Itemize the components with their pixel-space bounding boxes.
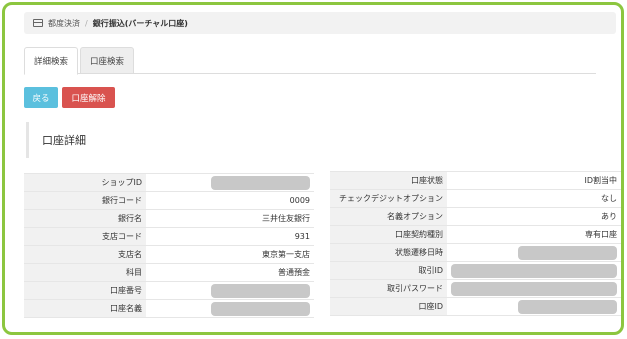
payment-card-icon [33, 19, 43, 27]
table-row: 銀行コード 0009 [24, 191, 314, 210]
table-row: 状態遷移日時 [330, 243, 621, 262]
account-status-value: ID割当中 [447, 171, 621, 190]
row-label: 口座番号 [24, 281, 146, 300]
table-row: 科目 普通預金 [24, 263, 314, 282]
table-row: 口座ID [330, 297, 621, 316]
row-label: ショップID [24, 173, 146, 192]
table-row: 口座番号 [24, 281, 314, 300]
row-label: 支店名 [24, 245, 146, 264]
account-type-value: 普通預金 [146, 263, 314, 282]
masked-value [518, 245, 617, 260]
status-changed-at-value [447, 243, 621, 262]
row-label: 銀行名 [24, 209, 146, 228]
table-row: 取引ID [330, 261, 621, 280]
row-label: 銀行コード [24, 191, 146, 210]
row-label: 取引ID [330, 261, 447, 280]
table-row: 銀行名 三井住友銀行 [24, 209, 314, 228]
left-detail-table: ショップID 銀行コード 0009 銀行名 三井住友銀行 支店コード 931 支… [24, 173, 314, 318]
row-label: チェックデジットオプション [330, 189, 447, 208]
masked-value [451, 281, 617, 296]
branch-name-value: 東京第一支店 [146, 245, 314, 264]
breadcrumb-current: 銀行振込(バーチャル口座) [92, 18, 188, 28]
account-holder-value [146, 299, 314, 318]
tab-account-search[interactable]: 口座検索 [80, 47, 135, 74]
row-label: 口座名義 [24, 299, 146, 318]
masked-value [211, 175, 310, 190]
page-frame: 都度決済 / 銀行振込(バーチャル口座) 詳細検索 口座検索 戻る 口座解除 口… [2, 2, 624, 335]
account-id-value [447, 297, 621, 316]
branch-code-value: 931 [146, 227, 314, 246]
table-row: 口座契約種別 専有口座 [330, 225, 621, 244]
release-account-button[interactable]: 口座解除 [62, 87, 115, 108]
breadcrumb: 都度決済 / 銀行振込(バーチャル口座) [24, 12, 616, 34]
right-detail-table: 口座状態 ID割当中 チェックデジットオプション なし 名義オプション あり 口… [330, 171, 621, 316]
table-row: 口座名義 [24, 299, 314, 318]
bank-code-value: 0009 [146, 191, 314, 210]
bank-name-value: 三井住友銀行 [146, 209, 314, 228]
breadcrumb-parent[interactable]: 都度決済 [48, 18, 80, 29]
row-label: 支店コード [24, 227, 146, 246]
tab-detail-search[interactable]: 詳細検索 [24, 47, 79, 75]
row-label: 状態遷移日時 [330, 243, 447, 262]
back-button[interactable]: 戻る [24, 87, 58, 108]
masked-value [518, 299, 617, 314]
masked-value [211, 283, 310, 298]
check-digit-option-value: なし [447, 189, 621, 208]
masked-value [211, 301, 310, 316]
row-label: 口座契約種別 [330, 225, 447, 244]
contract-type-value: 専有口座 [447, 225, 621, 244]
transaction-id-value [447, 261, 621, 280]
table-row: ショップID [24, 173, 314, 192]
table-row: 口座状態 ID割当中 [330, 171, 621, 190]
breadcrumb-separator: / [85, 18, 88, 28]
table-row: 名義オプション あり [330, 207, 621, 226]
row-label: 科目 [24, 263, 146, 282]
row-label: 名義オプション [330, 207, 447, 226]
section-title: 口座詳細 [26, 122, 226, 158]
transaction-password-value [447, 279, 621, 298]
table-row: 支店コード 931 [24, 227, 314, 246]
row-label: 口座状態 [330, 171, 447, 190]
table-row: 取引パスワード [330, 279, 621, 298]
row-label: 取引パスワード [330, 279, 447, 298]
account-number-value [146, 281, 314, 300]
table-row: 支店名 東京第一支店 [24, 245, 314, 264]
tab-bar: 詳細検索 口座検索 [24, 47, 596, 75]
masked-value [451, 263, 617, 278]
row-label: 口座ID [330, 297, 447, 316]
table-row: チェックデジットオプション なし [330, 189, 621, 208]
shop-id-value [146, 173, 314, 192]
name-option-value: あり [447, 207, 621, 226]
